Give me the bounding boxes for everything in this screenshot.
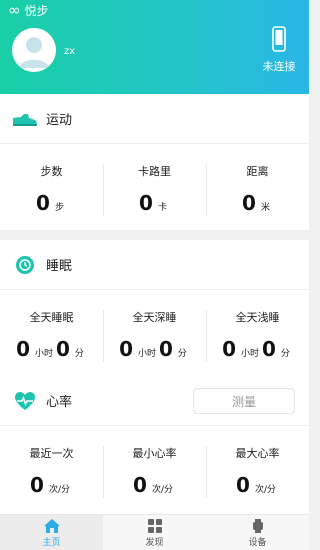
sports-title: 运动 [46, 113, 73, 128]
sleep-card-header: 睡眠 [0, 240, 309, 290]
stat-unit: 次/分 [151, 485, 173, 495]
sleep-minutes: 0 [56, 337, 70, 361]
tab-label: 主页 [42, 538, 61, 548]
stat-label: 全天深睡 [132, 311, 177, 324]
app-name: 悦步 [24, 3, 49, 18]
measure-button[interactable]: 测量 [193, 388, 295, 414]
infinity-icon: ∞ [8, 1, 21, 19]
deep-sleep-minutes: 0 [159, 337, 173, 361]
hour-unit: 小时 [137, 349, 156, 359]
sneaker-icon [12, 112, 38, 126]
minute-unit: 分 [74, 349, 84, 359]
hour-unit: 小时 [34, 349, 53, 359]
stat-label: 最近一次 [29, 447, 74, 460]
tab-discover[interactable]: 发现 [103, 515, 206, 550]
tab-home[interactable]: 主页 [0, 515, 103, 550]
stat-label: 卡路里 [138, 165, 171, 178]
heart-rate-card-header: 心率 测量 [0, 376, 309, 426]
deep-sleep-stat: 全天深睡 0 小时 0 分 [103, 290, 206, 376]
sleep-hours: 0 [16, 337, 30, 361]
watch-icon [252, 519, 263, 533]
moon-clock-icon [12, 255, 38, 275]
min-hr-stat: 最小心率 0 次/分 [103, 426, 206, 514]
minute-unit: 分 [280, 349, 290, 359]
distance-value: 0 [242, 191, 256, 215]
stat-unit: 卡 [157, 203, 167, 213]
tab-device[interactable]: 设备 [206, 515, 309, 550]
deep-sleep-hours: 0 [119, 337, 133, 361]
max-hr-value: 0 [236, 473, 250, 497]
stat-label: 距离 [246, 165, 269, 178]
sports-card[interactable]: 运动 步数 0 步 卡路里 0 卡 距离 0 米 [0, 94, 309, 230]
steps-value: 0 [36, 191, 50, 215]
heart-pulse-icon [12, 391, 38, 411]
light-sleep-minutes: 0 [262, 337, 276, 361]
heart-rate-card[interactable]: 心率 测量 最近一次 0 次/分 最小心率 0 次/分 最大心率 0 次/分 [0, 376, 309, 514]
stat-label: 全天浅睡 [235, 311, 280, 324]
distance-stat: 距离 0 米 [206, 144, 309, 230]
tab-label: 发现 [145, 538, 164, 548]
min-hr-value: 0 [133, 473, 147, 497]
sports-stats: 步数 0 步 卡路里 0 卡 距离 0 米 [0, 144, 309, 230]
total-sleep-stat: 全天睡眠 0 小时 0 分 [0, 290, 103, 376]
sleep-title: 睡眠 [46, 259, 73, 274]
sleep-stats: 全天睡眠 0 小时 0 分 全天深睡 0 小时 0 分 全天浅睡 0 小时 0 [0, 290, 309, 376]
light-sleep-stat: 全天浅睡 0 小时 0 分 [206, 290, 309, 376]
heart-rate-title: 心率 [46, 395, 73, 410]
stat-label: 步数 [40, 165, 63, 178]
calories-stat: 卡路里 0 卡 [103, 144, 206, 230]
device-connect-button[interactable]: 未连接 [259, 26, 299, 74]
latest-hr-stat: 最近一次 0 次/分 [0, 426, 103, 514]
stat-unit: 次/分 [48, 485, 70, 495]
bottom-tab-bar: 主页 发现 设备 [0, 514, 309, 550]
latest-hr-value: 0 [30, 473, 44, 497]
home-icon [43, 519, 60, 533]
stat-label: 最大心率 [235, 447, 280, 460]
tab-label: 设备 [248, 538, 267, 548]
stat-unit: 米 [260, 203, 270, 213]
stat-label: 最小心率 [132, 447, 177, 460]
sleep-card[interactable]: 睡眠 全天睡眠 0 小时 0 分 全天深睡 0 小时 0 分 全天浅睡 0 小时… [0, 240, 309, 376]
device-status: 未连接 [262, 60, 296, 73]
profile-header: ∞ 悦步 zx 未连接 [0, 0, 309, 94]
stat-unit: 步 [54, 203, 64, 213]
username: zx [64, 46, 76, 57]
stat-label: 全天睡眠 [29, 311, 74, 324]
grid-icon [147, 519, 162, 533]
minute-unit: 分 [177, 349, 187, 359]
avatar[interactable] [12, 28, 56, 72]
app-title-bar: ∞ 悦步 [8, 2, 49, 18]
stat-unit: 次/分 [254, 485, 276, 495]
steps-stat: 步数 0 步 [0, 144, 103, 230]
max-hr-stat: 最大心率 0 次/分 [206, 426, 309, 514]
light-sleep-hours: 0 [222, 337, 236, 361]
sports-card-header: 运动 [0, 94, 309, 144]
heart-rate-stats: 最近一次 0 次/分 最小心率 0 次/分 最大心率 0 次/分 [0, 426, 309, 514]
calories-value: 0 [139, 191, 153, 215]
user-silhouette-icon [19, 37, 49, 68]
phone-device-icon [272, 26, 286, 52]
hour-unit: 小时 [240, 349, 259, 359]
